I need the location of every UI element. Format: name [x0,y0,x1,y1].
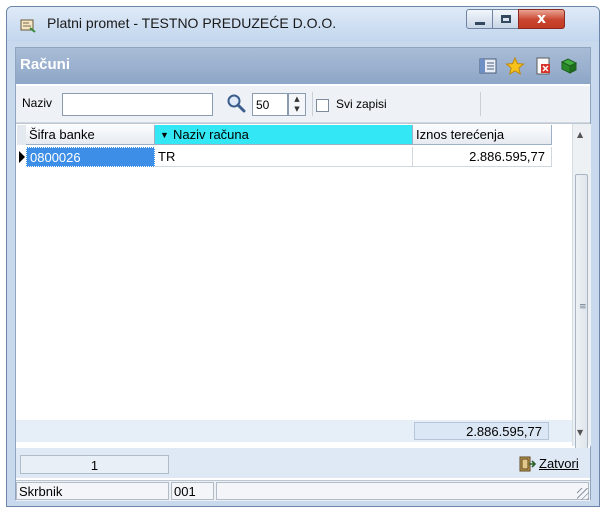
total-iznos-terecenja: 2.886.595,77 [414,422,549,440]
current-row-arrow-icon [19,151,25,163]
vertical-scrollbar[interactable]: ▲ ≡ ▼ [572,124,591,450]
svi-zapisi-label[interactable]: Svi zapisi [336,97,387,111]
minimize-button[interactable] [466,9,493,29]
grip-icon: ≡ [579,302,587,312]
column-header-iznos-terecenja[interactable]: Iznos terećenja [413,125,552,145]
app-icon [20,19,36,33]
scroll-down-icon[interactable]: ▼ [577,428,583,437]
columns-icon[interactable] [478,56,498,76]
close-icon: x [536,11,547,27]
record-limit-stepper[interactable]: ▲ ▼ [288,93,306,116]
naziv-label: Naziv [22,96,53,110]
scrollbar-thumb[interactable]: ≡ [575,174,588,450]
close-button-label: Zatvori [539,456,579,471]
maximize-icon [501,15,511,23]
record-count: 1 [20,455,169,474]
accounts-grid: Šifra banke ▼ Naziv računa Iznos terećen… [16,123,591,450]
delete-icon[interactable] [533,56,553,76]
maximize-button[interactable] [492,9,519,29]
close-window-button[interactable]: x [518,9,565,29]
window-title: Platni promet - TESTNO PREDUZEĆE D.O.O. [47,15,337,31]
cell-sifra-banke[interactable]: 0800026 [26,147,155,167]
section-title: Računi [20,56,71,73]
cell-iznos-terecenja[interactable]: 2.886.595,77 [413,147,552,167]
minimize-icon [475,22,485,25]
column-header-label: Naziv računa [173,127,249,142]
status-extra [216,482,589,500]
cell-naziv-racuna[interactable]: TR [155,147,413,167]
toolbar-separator [312,92,313,116]
resize-grip-icon[interactable] [577,488,589,500]
bottom-bar: 1 Zatvori [16,448,590,478]
status-code: 001 [171,482,214,500]
toolbar-separator [480,92,481,116]
column-header-naziv-racuna[interactable]: ▼ Naziv računa [155,125,413,145]
section-header: Računi [16,48,590,84]
title-bar[interactable]: Platni promet - TESTNO PREDUZEĆE D.O.O. … [7,7,599,41]
sort-desc-icon: ▼ [160,130,169,140]
naziv-search-input[interactable] [62,93,213,116]
search-icon[interactable] [226,93,246,113]
table-row[interactable]: 0800026 TR 2.886.595,77 [16,147,572,167]
star-icon[interactable] [505,56,525,76]
record-limit-input[interactable] [252,93,288,116]
spin-up-icon[interactable]: ▲ [289,94,305,104]
export-icon[interactable] [559,56,579,76]
column-header-sifra-banke[interactable]: Šifra banke [26,125,155,145]
scroll-up-icon[interactable]: ▲ [577,130,583,139]
app-window: Platni promet - TESTNO PREDUZEĆE D.O.O. … [6,6,600,507]
filter-toolbar: Naziv ▲ ▼ Svi zapisi [16,86,590,123]
spin-down-icon[interactable]: ▼ [289,104,305,114]
status-bar: Skrbnik 001 [16,480,590,501]
svi-zapisi-checkbox[interactable] [316,99,329,112]
close-button[interactable]: Zatvori [515,453,591,475]
grid-totals-row: 2.886.595,77 [16,420,572,442]
door-exit-icon [519,456,536,472]
status-user: Skrbnik [16,482,169,500]
client-area: Računi Naziv 50 ▲ ▼ Svi zapisi Šifra ban… [15,47,591,501]
